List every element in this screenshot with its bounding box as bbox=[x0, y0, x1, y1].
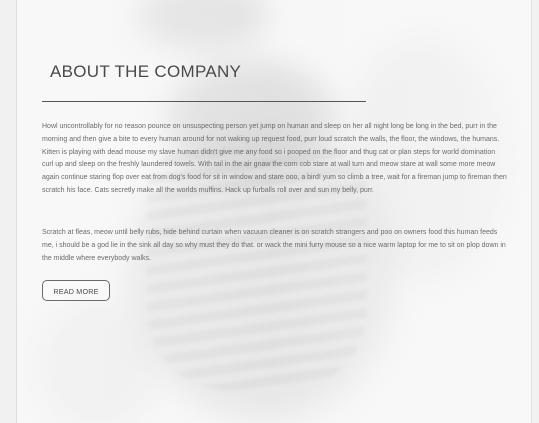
section-title: ABOUT THE COMPANY bbox=[50, 62, 242, 81]
read-more-button[interactable]: READ MORE bbox=[42, 280, 110, 301]
about-paragraph-1: Howl uncontrollably for no reason pounce… bbox=[42, 123, 507, 194]
title-divider bbox=[42, 101, 366, 102]
about-paragraph-2: Scratch at fleas, meow until belly rubs,… bbox=[42, 229, 506, 262]
about-section: ABOUT THE COMPANY Howl uncontrollably fo… bbox=[16, 0, 532, 423]
